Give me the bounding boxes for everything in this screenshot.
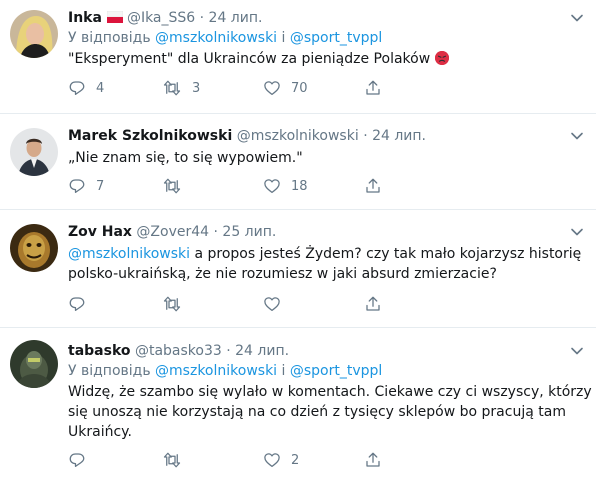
tweet-header: Marek Szkolnikowski @mszkolnikowski · 24… xyxy=(68,127,562,145)
like-button[interactable] xyxy=(263,294,291,314)
like-button[interactable]: 18 xyxy=(263,176,308,196)
timestamp[interactable]: 25 лип. xyxy=(222,224,276,240)
chevron-down-icon[interactable] xyxy=(570,225,584,239)
display-name[interactable]: tabasko xyxy=(68,343,131,359)
mention-link[interactable]: @sport_tvppl xyxy=(290,30,382,46)
reply-and: і xyxy=(281,30,286,46)
share-icon xyxy=(366,452,380,467)
tweet[interactable]: Marek Szkolnikowski @mszkolnikowski · 24… xyxy=(0,114,596,210)
share-button[interactable] xyxy=(364,78,382,98)
tweet-text: "Eksperyment" dla Ukrainców za pieniądze… xyxy=(68,49,576,69)
user-handle[interactable]: @Ika_SS6 xyxy=(127,10,195,26)
user-handle[interactable]: @tabasko33 xyxy=(135,343,222,359)
retweet-button[interactable] xyxy=(162,450,192,470)
tweet[interactable]: Zov Hax @Zover44 · 25 лип. @mszkolnikows… xyxy=(0,210,596,328)
tweet-header: Zov Hax @Zover44 · 25 лип. xyxy=(68,223,562,241)
share-button[interactable] xyxy=(364,176,382,196)
mention-link[interactable]: @mszkolnikowski xyxy=(68,246,190,262)
separator-dot: · xyxy=(226,343,231,359)
retweet-icon xyxy=(163,178,181,194)
tweet-text: @mszkolnikowski a propos jesteś Żydem? c… xyxy=(68,244,581,284)
share-icon xyxy=(366,80,380,95)
retweet-button[interactable]: 3 xyxy=(162,78,200,98)
heart-icon xyxy=(264,179,280,194)
reply-count: 4 xyxy=(96,80,105,96)
reply-button[interactable]: 7 xyxy=(68,176,104,196)
avatar[interactable] xyxy=(10,340,58,388)
retweet-button[interactable] xyxy=(162,294,192,314)
reply-button[interactable]: 4 xyxy=(68,78,104,98)
heart-icon xyxy=(264,453,280,468)
timestamp[interactable]: 24 лип. xyxy=(235,343,289,359)
tweet-text-line: polsko-ukraińską, że nie rozumiesz w jak… xyxy=(68,266,497,282)
retweet-button[interactable] xyxy=(162,176,192,196)
share-button[interactable] xyxy=(364,450,382,470)
retweet-icon xyxy=(163,296,181,312)
timestamp[interactable]: 24 лип. xyxy=(209,10,263,26)
reply-prefix: У відповідь xyxy=(68,30,151,46)
reply-icon xyxy=(69,453,85,468)
avatar[interactable] xyxy=(10,224,58,272)
tweet-header: tabasko @tabasko33 · 24 лип. xyxy=(68,342,562,360)
reply-context: У відповідь @mszkolnikowski і @sport_tvp… xyxy=(68,362,382,380)
separator-dot: · xyxy=(213,224,218,240)
reply-prefix: У відповідь xyxy=(68,363,151,379)
tweet-text-content: "Eksperyment" dla Ukrainców za pieniądze… xyxy=(68,51,431,67)
tweet-text-content: „Nie znam się, to się wypowiem." xyxy=(68,150,303,166)
like-button[interactable]: 70 xyxy=(263,78,308,98)
like-count: 70 xyxy=(291,80,308,96)
tweet-text: Widzę, że szambo się wylało w komentach.… xyxy=(68,382,596,442)
avatar[interactable] xyxy=(10,128,58,176)
user-handle[interactable]: @mszkolnikowski xyxy=(237,128,359,144)
tweet-header: Inka @Ika_SS6 · 24 лип. xyxy=(68,9,562,28)
display-name[interactable]: Inka xyxy=(68,10,102,26)
share-button[interactable] xyxy=(364,294,382,314)
chevron-down-icon[interactable] xyxy=(570,11,584,25)
separator-dot: · xyxy=(363,128,368,144)
user-handle[interactable]: @Zover44 xyxy=(136,224,209,240)
retweet-icon xyxy=(163,80,181,96)
reply-icon xyxy=(69,179,85,194)
reply-count: 7 xyxy=(96,178,105,194)
angry-face-emoji xyxy=(434,51,449,65)
chevron-down-icon[interactable] xyxy=(570,344,584,358)
heart-icon xyxy=(264,81,280,96)
display-name[interactable]: Zov Hax xyxy=(68,224,132,240)
like-count: 18 xyxy=(291,178,308,194)
separator-dot: · xyxy=(199,10,205,26)
like-count: 2 xyxy=(291,452,300,468)
poland-flag-icon xyxy=(106,10,124,28)
tweet-thread: Inka @Ika_SS6 · 24 лип. У відповідь @mszk… xyxy=(0,0,596,477)
avatar[interactable] xyxy=(10,10,58,58)
heart-icon xyxy=(264,297,280,312)
tweet[interactable]: Inka @Ika_SS6 · 24 лип. У відповідь @mszk… xyxy=(0,0,596,114)
reply-button[interactable] xyxy=(68,450,96,470)
reply-and: і xyxy=(281,363,286,379)
tweet[interactable]: tabasko @tabasko33 · 24 лип. У відповідь… xyxy=(0,328,596,477)
tweet-text-line: się unoszą nie korzystają na co dzień z … xyxy=(68,404,566,420)
tweet-text-line: Ukraińcy. xyxy=(68,424,132,440)
share-icon xyxy=(366,178,380,193)
retweet-icon xyxy=(163,452,181,468)
reply-icon xyxy=(69,297,85,312)
mention-link[interactable]: @sport_tvppl xyxy=(290,363,382,379)
tweet-text-line: Widzę, że szambo się wylało w komentach.… xyxy=(68,384,596,400)
reply-context: У відповідь @mszkolnikowski і @sport_tvp… xyxy=(68,29,382,47)
mention-link[interactable]: @mszkolnikowski xyxy=(155,30,277,46)
reply-button[interactable] xyxy=(68,294,96,314)
tweet-text-line: a propos jesteś Żydem? czy tak mało koja… xyxy=(190,246,582,262)
retweet-count: 3 xyxy=(192,80,201,96)
reply-icon xyxy=(69,81,85,96)
tweet-text: „Nie znam się, to się wypowiem." xyxy=(68,148,576,168)
share-icon xyxy=(366,296,380,311)
display-name[interactable]: Marek Szkolnikowski xyxy=(68,128,232,144)
chevron-down-icon[interactable] xyxy=(570,129,584,143)
timestamp[interactable]: 24 лип. xyxy=(372,128,426,144)
like-button[interactable]: 2 xyxy=(263,450,299,470)
mention-link[interactable]: @mszkolnikowski xyxy=(155,363,277,379)
